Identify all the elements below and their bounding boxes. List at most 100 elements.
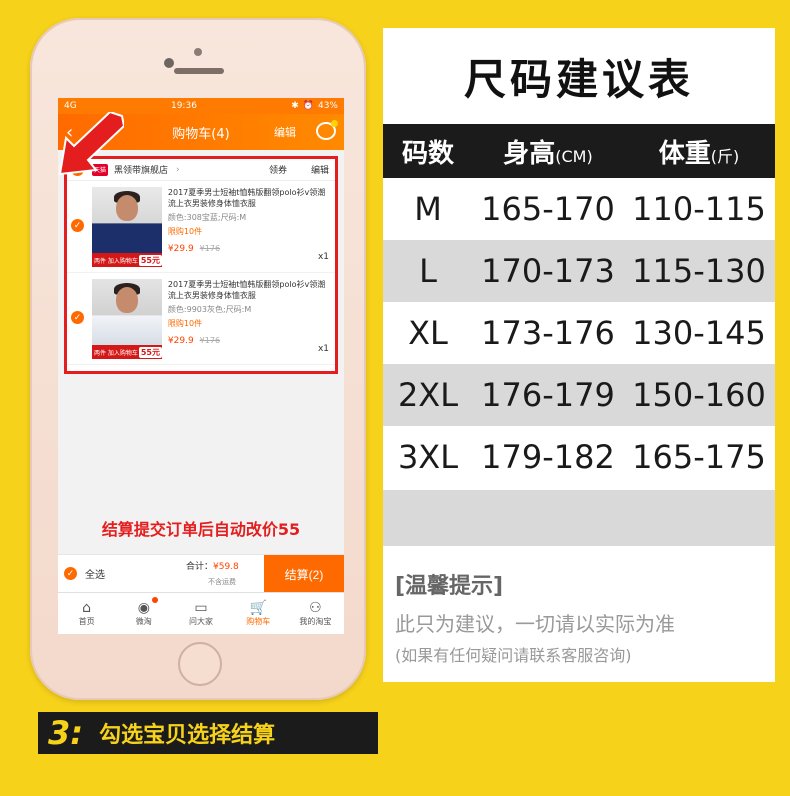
tab-my-taobao[interactable]: ⚇ 我的淘宝 <box>287 593 344 634</box>
item-price: ¥29.9 <box>167 336 194 346</box>
tab-label: 微淘 <box>135 617 152 626</box>
cart-group: ✓ 天猫 黑领带旗舰店 › 领券 编辑 ✓ 两件 加入购物车 55元 <box>64 156 338 374</box>
notification-dot <box>331 120 338 127</box>
step-number: 3: <box>48 714 84 752</box>
cell-weight: 115-130 <box>632 252 766 290</box>
tab-label: 首页 <box>78 617 95 626</box>
tab-ask[interactable]: ▭ 问大家 <box>172 593 229 634</box>
total-price: 合计：¥59.8 <box>186 559 239 572</box>
ribbon-badge: 55元 <box>138 254 162 266</box>
cell-size: 2XL <box>397 376 459 414</box>
item-prices: ¥29.9 ¥176 <box>168 335 331 347</box>
header-weight-label: 体重 <box>658 138 711 169</box>
alarm-icon: ⏰ <box>302 101 314 111</box>
total-label: 合计： <box>186 562 214 572</box>
front-camera <box>164 58 174 68</box>
ribbon-text: 两件 加入购物车 <box>94 257 138 265</box>
cell-height: 170-173 <box>481 252 615 290</box>
front-sensor <box>194 48 202 56</box>
bluetooth-icon: ✱ <box>291 101 299 111</box>
chevron-right-icon[interactable]: › <box>176 165 180 175</box>
item-sku[interactable]: 颜色:308宝蓝;尺码:M <box>168 212 331 223</box>
tab-home[interactable]: ⌂ 首页 <box>58 593 115 634</box>
tab-label: 问大家 <box>189 617 213 626</box>
cell-size: XL <box>408 314 448 352</box>
network-indicator: 4G <box>64 101 77 111</box>
total-amount: ¥59.8 <box>213 562 239 572</box>
item-info: 2017夏季男士短袖t恤韩版翻领polo衫v领潮流上衣男装修身体恤衣服 颜色:9… <box>168 279 331 347</box>
table-row: L 170-173 115-130 <box>383 240 775 302</box>
table-row: 2XL 176-179 150-160 <box>383 364 775 426</box>
tab-bar: ⌂ 首页 ◉ 微淘 ▭ 问大家 🛒 购物车 ⚇ 我的淘宝 <box>58 592 344 634</box>
tab-label: 购物车 <box>246 617 271 626</box>
select-all-label[interactable]: 全选 <box>85 566 105 581</box>
broadcast-icon: ◉ <box>137 600 150 616</box>
item-checkbox[interactable]: ✓ <box>71 311 84 324</box>
size-chart-title: 尺码建议表 <box>463 55 694 104</box>
coupon-button[interactable]: 领券 <box>269 163 287 176</box>
cart-item[interactable]: ✓ 两件 加入购物车 55元 2017夏季男士短袖t恤韩版翻领polo衫v领潮流… <box>67 181 335 273</box>
cell-weight: 150-160 <box>632 376 766 414</box>
cell-size: L <box>419 252 437 290</box>
status-icons: ✱ ⏰ 43% <box>291 101 338 111</box>
shop-edit-button[interactable]: 编辑 <box>311 163 329 176</box>
home-button[interactable] <box>178 642 222 686</box>
step-caption: 3: 勾选宝贝选择结算 <box>38 712 378 754</box>
item-old-price: ¥176 <box>199 336 221 345</box>
step-text: 勾选宝贝选择结算 <box>99 723 276 748</box>
size-chart-header: 码数 身高(CM) 体重(斤) <box>383 124 775 178</box>
cart-icon: 🛒 <box>249 600 267 616</box>
header-size: 码数 <box>401 138 454 169</box>
item-checkbox[interactable]: ✓ <box>71 219 84 232</box>
product-image[interactable]: 两件 加入购物车 55元 <box>92 187 162 267</box>
select-all-checkbox[interactable]: ✓ <box>64 567 77 580</box>
checkout-button[interactable]: 结算(2) <box>264 555 344 593</box>
item-limit: 限购10件 <box>167 319 203 328</box>
ribbon-text: 两件 加入购物车 <box>94 349 138 357</box>
notification-dot <box>152 597 159 603</box>
user-icon: ⚇ <box>309 600 322 616</box>
clock: 19:36 <box>170 101 197 111</box>
header-height-label: 身高 <box>503 138 556 169</box>
table-row: 3XL 179-182 165-175 <box>383 426 775 488</box>
cell-size: M <box>414 190 442 228</box>
item-sku[interactable]: 颜色:9903灰色;尺码:M <box>168 304 331 315</box>
item-title[interactable]: 2017夏季男士短袖t恤韩版翻领polo衫v领潮流上衣男装修身体恤衣服 <box>168 187 331 209</box>
cell-height: 179-182 <box>481 438 615 476</box>
battery-level: 43% <box>317 101 338 111</box>
tips-title: [温馨提示] <box>395 574 504 599</box>
cell-size: 3XL <box>397 438 459 476</box>
cart-item[interactable]: ✓ 两件 加入购物车 55元 2017夏季男士短袖t恤韩版翻领polo衫v领潮流… <box>67 273 335 365</box>
edit-button[interactable]: 编辑 <box>274 124 296 140</box>
checkout-bar: ✓ 全选 合计：¥59.8 不含运费 结算(2) <box>58 554 344 593</box>
item-old-price: ¥176 <box>199 244 221 253</box>
promo-ribbon: 两件 加入购物车 55元 <box>92 345 162 359</box>
message-icon[interactable] <box>316 120 338 140</box>
table-blank-row <box>383 490 775 546</box>
ribbon-badge: 55元 <box>138 346 162 358</box>
item-quantity: x1 <box>317 252 329 262</box>
cell-weight: 130-145 <box>632 314 766 352</box>
tab-label: 我的淘宝 <box>299 617 332 626</box>
size-chart-body: M 165-170 110-115 L 170-173 115-130 XL 1… <box>383 178 775 488</box>
header-weight: 体重(斤) <box>623 133 775 170</box>
tab-cart[interactable]: 🛒 购物车 <box>230 593 287 634</box>
table-row: XL 173-176 130-145 <box>383 302 775 364</box>
item-prices: ¥29.9 ¥176 <box>168 243 331 255</box>
item-title[interactable]: 2017夏季男士短袖t恤韩版翻领polo衫v领潮流上衣男装修身体恤衣服 <box>168 279 331 301</box>
earpiece-speaker <box>174 68 224 74</box>
phone-screen: 4G 19:36 ✱ ⏰ 43% ‹ 购物车(4) 编辑 ✓ 天猫 黑领带旗舰店… <box>58 98 344 634</box>
cell-weight: 110-115 <box>632 190 766 228</box>
cell-height: 173-176 <box>481 314 615 352</box>
cell-height: 176-179 <box>481 376 615 414</box>
home-icon: ⌂ <box>82 600 92 616</box>
table-row: M 165-170 110-115 <box>383 178 775 240</box>
tab-weitao[interactable]: ◉ 微淘 <box>115 593 172 634</box>
cell-weight: 165-175 <box>632 438 766 476</box>
header-height-unit: (CM) <box>555 146 593 166</box>
promo-banner: 结算提交订单后自动改价55 <box>101 520 301 539</box>
header-height: 身高(CM) <box>473 133 623 170</box>
product-image[interactable]: 两件 加入购物车 55元 <box>92 279 162 359</box>
item-limit: 限购10件 <box>167 227 203 236</box>
tips-subtext: (如果有任何疑问请联系客服咨询) <box>395 646 632 665</box>
